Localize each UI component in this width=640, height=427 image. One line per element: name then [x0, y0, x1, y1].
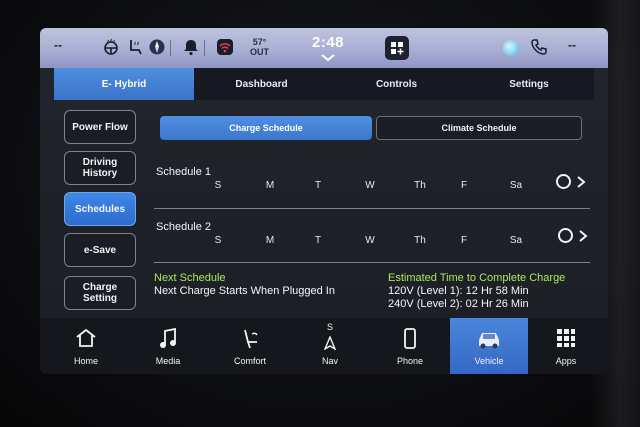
schedule-1-toggle[interactable] [556, 174, 571, 189]
next-schedule-title: Next Schedule [154, 272, 226, 284]
outside-temperature: 57° OUT [250, 37, 269, 57]
chevron-right-icon[interactable] [578, 230, 588, 242]
steering-heat-icon[interactable] [102, 38, 120, 56]
day-friday[interactable]: F [454, 235, 474, 246]
day-friday[interactable]: F [454, 180, 474, 191]
day-tuesday[interactable]: T [308, 180, 328, 191]
tab-label: Settings [509, 78, 549, 90]
tab-e-hybrid[interactable]: E- Hybrid [54, 68, 194, 100]
day-monday[interactable]: M [260, 235, 280, 246]
status-right-dashes: -- [568, 38, 576, 52]
sidebar-item-charge-setting[interactable]: Charge Setting [64, 276, 136, 310]
status-left-dashes: -- [54, 38, 62, 52]
nav-label: Apps [555, 356, 577, 366]
tab-label: E- Hybrid [101, 78, 147, 90]
sidebar-item-label: Schedules [74, 203, 126, 215]
day-tuesday[interactable]: T [308, 235, 328, 246]
status-orb-icon[interactable] [503, 40, 519, 56]
phone-device-icon [404, 328, 416, 349]
tab-settings[interactable]: Settings [464, 68, 594, 100]
sidebar-item-label: Driving History [82, 157, 118, 179]
schedule-2-title[interactable]: Schedule 2 [156, 221, 211, 233]
sidebar-item-power-flow[interactable]: Power Flow [64, 110, 136, 144]
status-divider [170, 40, 171, 56]
nav-comfort[interactable]: Comfort [212, 318, 288, 374]
status-bar: -- 57° OUT 2:48 -- [40, 28, 608, 68]
chevron-down-icon[interactable] [320, 54, 336, 62]
tab-dashboard[interactable]: Dashboard [194, 68, 329, 100]
bell-icon[interactable] [182, 38, 200, 56]
estimate-title: Estimated Time to Complete Charge [388, 272, 566, 284]
nav-label: Media [155, 356, 181, 366]
tab-label: Controls [375, 78, 418, 90]
infotainment-screen: -- 57° OUT 2:48 -- E- Hybrid Dashboard C… [40, 28, 608, 374]
chevron-right-icon[interactable] [576, 176, 586, 188]
top-tab-bar: E- Hybrid Dashboard Controls Settings [54, 68, 594, 100]
compass-icon[interactable] [148, 38, 166, 56]
schedule-divider [154, 208, 590, 209]
car-icon [479, 333, 499, 349]
compass-letter: S [326, 322, 333, 332]
home-icon [76, 328, 96, 347]
nav-label: Home [73, 356, 98, 366]
nav-label: Nav [321, 356, 338, 366]
compass-arrow-icon [324, 336, 336, 350]
subtab-label: Charge Schedule [229, 123, 303, 133]
temperature-value: 57° [252, 37, 267, 47]
nav-media[interactable]: Media [130, 318, 206, 374]
day-wednesday[interactable]: W [360, 235, 380, 246]
wifi-icon[interactable] [216, 38, 234, 56]
nav-vehicle[interactable]: Vehicle [450, 318, 528, 374]
temperature-label: OUT [250, 47, 269, 57]
sidebar-item-e-save[interactable]: e-Save [64, 233, 136, 267]
day-thursday[interactable]: Th [410, 180, 430, 191]
nav-nav[interactable]: S Nav [292, 318, 368, 374]
schedule-divider [154, 262, 590, 263]
sidebar-item-label: e-Save [83, 244, 117, 256]
sidebar-item-label: Power Flow [72, 121, 128, 133]
music-note-icon [160, 328, 176, 348]
climate-schedule-tab[interactable]: Climate Schedule [376, 116, 582, 140]
day-monday[interactable]: M [260, 180, 280, 191]
apps-grid-icon [557, 329, 575, 347]
apps-grid-icon[interactable] [385, 36, 409, 60]
schedule-2-toggle[interactable] [558, 228, 573, 243]
day-thursday[interactable]: Th [410, 235, 430, 246]
schedule-1-title[interactable]: Schedule 1 [156, 166, 211, 178]
day-sunday[interactable]: S [208, 235, 228, 246]
day-wednesday[interactable]: W [360, 180, 380, 191]
sidebar-item-driving-history[interactable]: Driving History [64, 151, 136, 185]
seat-heat-icon[interactable] [126, 38, 144, 56]
subtab-label: Climate Schedule [441, 123, 517, 133]
day-saturday[interactable]: Sa [506, 180, 526, 191]
status-divider [204, 40, 205, 56]
nav-home[interactable]: Home [48, 318, 124, 374]
bottom-nav-bar: Home Media Comfort S Nav Phone Vehicle A… [40, 318, 608, 374]
charge-schedule-tab[interactable]: Charge Schedule [160, 116, 372, 140]
nav-apps[interactable]: Apps [528, 318, 604, 374]
nav-phone[interactable]: Phone [372, 318, 448, 374]
estimate-level-1: 120V (Level 1): 12 Hr 58 Min [388, 285, 529, 297]
day-saturday[interactable]: Sa [506, 235, 526, 246]
nav-label: Phone [396, 356, 424, 366]
phone-icon[interactable] [530, 38, 548, 56]
tab-controls[interactable]: Controls [329, 68, 464, 100]
seat-icon [244, 329, 258, 349]
nav-label: Vehicle [474, 356, 504, 366]
clock[interactable]: 2:48 [308, 34, 348, 51]
sidebar-item-label: Charge Setting [82, 282, 118, 304]
nav-label: Comfort [233, 356, 266, 366]
next-schedule-text: Next Charge Starts When Plugged In [154, 285, 335, 297]
day-sunday[interactable]: S [208, 180, 228, 191]
sidebar-item-schedules[interactable]: Schedules [64, 192, 136, 226]
estimate-level-2: 240V (Level 2): 02 Hr 26 Min [388, 298, 529, 310]
tab-label: Dashboard [235, 78, 288, 90]
